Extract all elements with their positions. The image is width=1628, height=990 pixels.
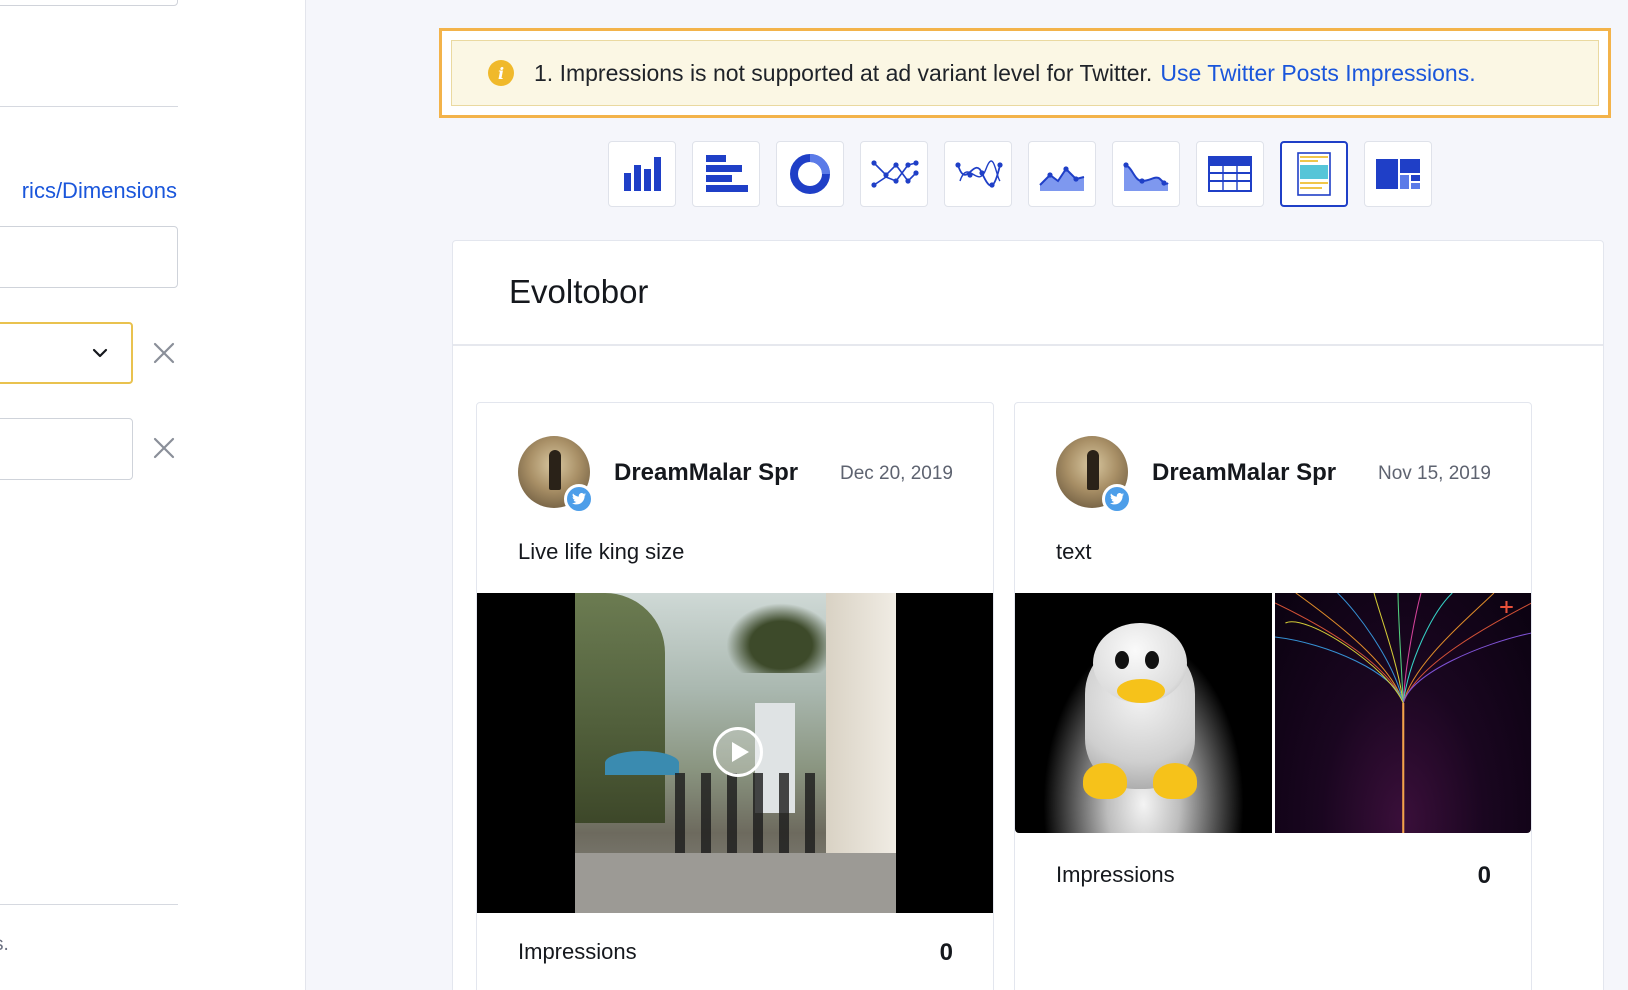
curved-line-chart-button[interactable] — [944, 141, 1012, 207]
post-view-icon — [1297, 152, 1331, 196]
twitter-badge-icon — [1102, 484, 1132, 514]
scatter-line-chart-icon — [871, 160, 919, 188]
info-icon: i — [488, 60, 514, 86]
dimension-select[interactable] — [0, 322, 133, 384]
panel-footer-text: s. — [0, 934, 9, 955]
penguin-image[interactable] — [1015, 593, 1272, 833]
panel-divider — [0, 106, 178, 107]
card-divider — [453, 344, 1603, 346]
metric-label: Impressions — [518, 939, 637, 964]
table-button[interactable] — [1196, 141, 1264, 207]
filter-input-field[interactable] — [0, 418, 133, 480]
bar-chart-button[interactable] — [608, 141, 676, 207]
avatar-figure — [549, 450, 561, 490]
post-video[interactable] — [477, 593, 993, 913]
curved-line-chart-icon — [955, 160, 1003, 188]
smooth-area-chart-icon — [1123, 162, 1169, 191]
donut-chart-button[interactable] — [776, 141, 844, 207]
left-settings-panel: rics/Dimensions s. — [0, 0, 306, 990]
close-icon[interactable] — [150, 434, 178, 462]
metric-value: 0 — [1477, 862, 1491, 889]
abstract-burst-image[interactable] — [1274, 593, 1531, 833]
panel-divider — [0, 904, 178, 905]
post-author: DreamMalar Spr — [1152, 459, 1337, 486]
post-date: Nov 15, 2019 — [1377, 463, 1491, 484]
post-view-button[interactable] — [1280, 141, 1348, 207]
donut-chart-icon — [790, 154, 830, 194]
metric-value: 0 — [939, 939, 953, 966]
warning-banner: i 1. Impressions is not supported at ad … — [439, 28, 1611, 118]
close-icon[interactable] — [150, 339, 178, 367]
area-chart-icon — [1039, 166, 1085, 191]
horizontal-bar-chart-icon — [706, 155, 748, 192]
warning-message-box: i 1. Impressions is not supported at ad … — [451, 40, 1599, 106]
top-input-field[interactable] — [0, 0, 178, 6]
avatar-figure — [1087, 450, 1099, 490]
post-date: Dec 20, 2019 — [839, 463, 953, 484]
area-chart-button[interactable] — [1028, 141, 1096, 207]
post-tile[interactable]: DreamMalar Spr Nov 15, 2019 text Impress… — [1014, 402, 1532, 990]
metrics-dimensions-link[interactable]: rics/Dimensions — [22, 178, 177, 204]
twitter-posts-impressions-link[interactable]: Use Twitter Posts Impressions. — [1160, 60, 1475, 87]
twitter-badge-icon — [564, 484, 594, 514]
table-icon — [1208, 156, 1252, 192]
post-text: text — [1056, 539, 1092, 564]
metric-label: Impressions — [1056, 862, 1175, 887]
post-image-grid — [1015, 593, 1531, 833]
avatar — [518, 436, 594, 514]
chart-type-toolbar — [608, 141, 1432, 207]
post-author: DreamMalar Spr — [614, 459, 799, 486]
treemap-icon — [1376, 159, 1420, 189]
bar-chart-icon — [624, 157, 661, 191]
avatar — [1056, 436, 1132, 514]
scatter-line-chart-button[interactable] — [860, 141, 928, 207]
widget-title: Evoltobor — [509, 273, 649, 310]
play-icon[interactable] — [713, 727, 763, 777]
horizontal-bar-chart-button[interactable] — [692, 141, 760, 207]
treemap-button[interactable] — [1364, 141, 1432, 207]
metric-input-field[interactable] — [0, 226, 178, 288]
chevron-down-icon — [92, 348, 108, 358]
post-tile[interactable]: DreamMalar Spr Dec 20, 2019 Live life ki… — [476, 402, 994, 990]
warning-text: 1. Impressions is not supported at ad va… — [534, 59, 1153, 86]
smooth-area-chart-button[interactable] — [1112, 141, 1180, 207]
post-text: Live life king size — [518, 539, 685, 564]
